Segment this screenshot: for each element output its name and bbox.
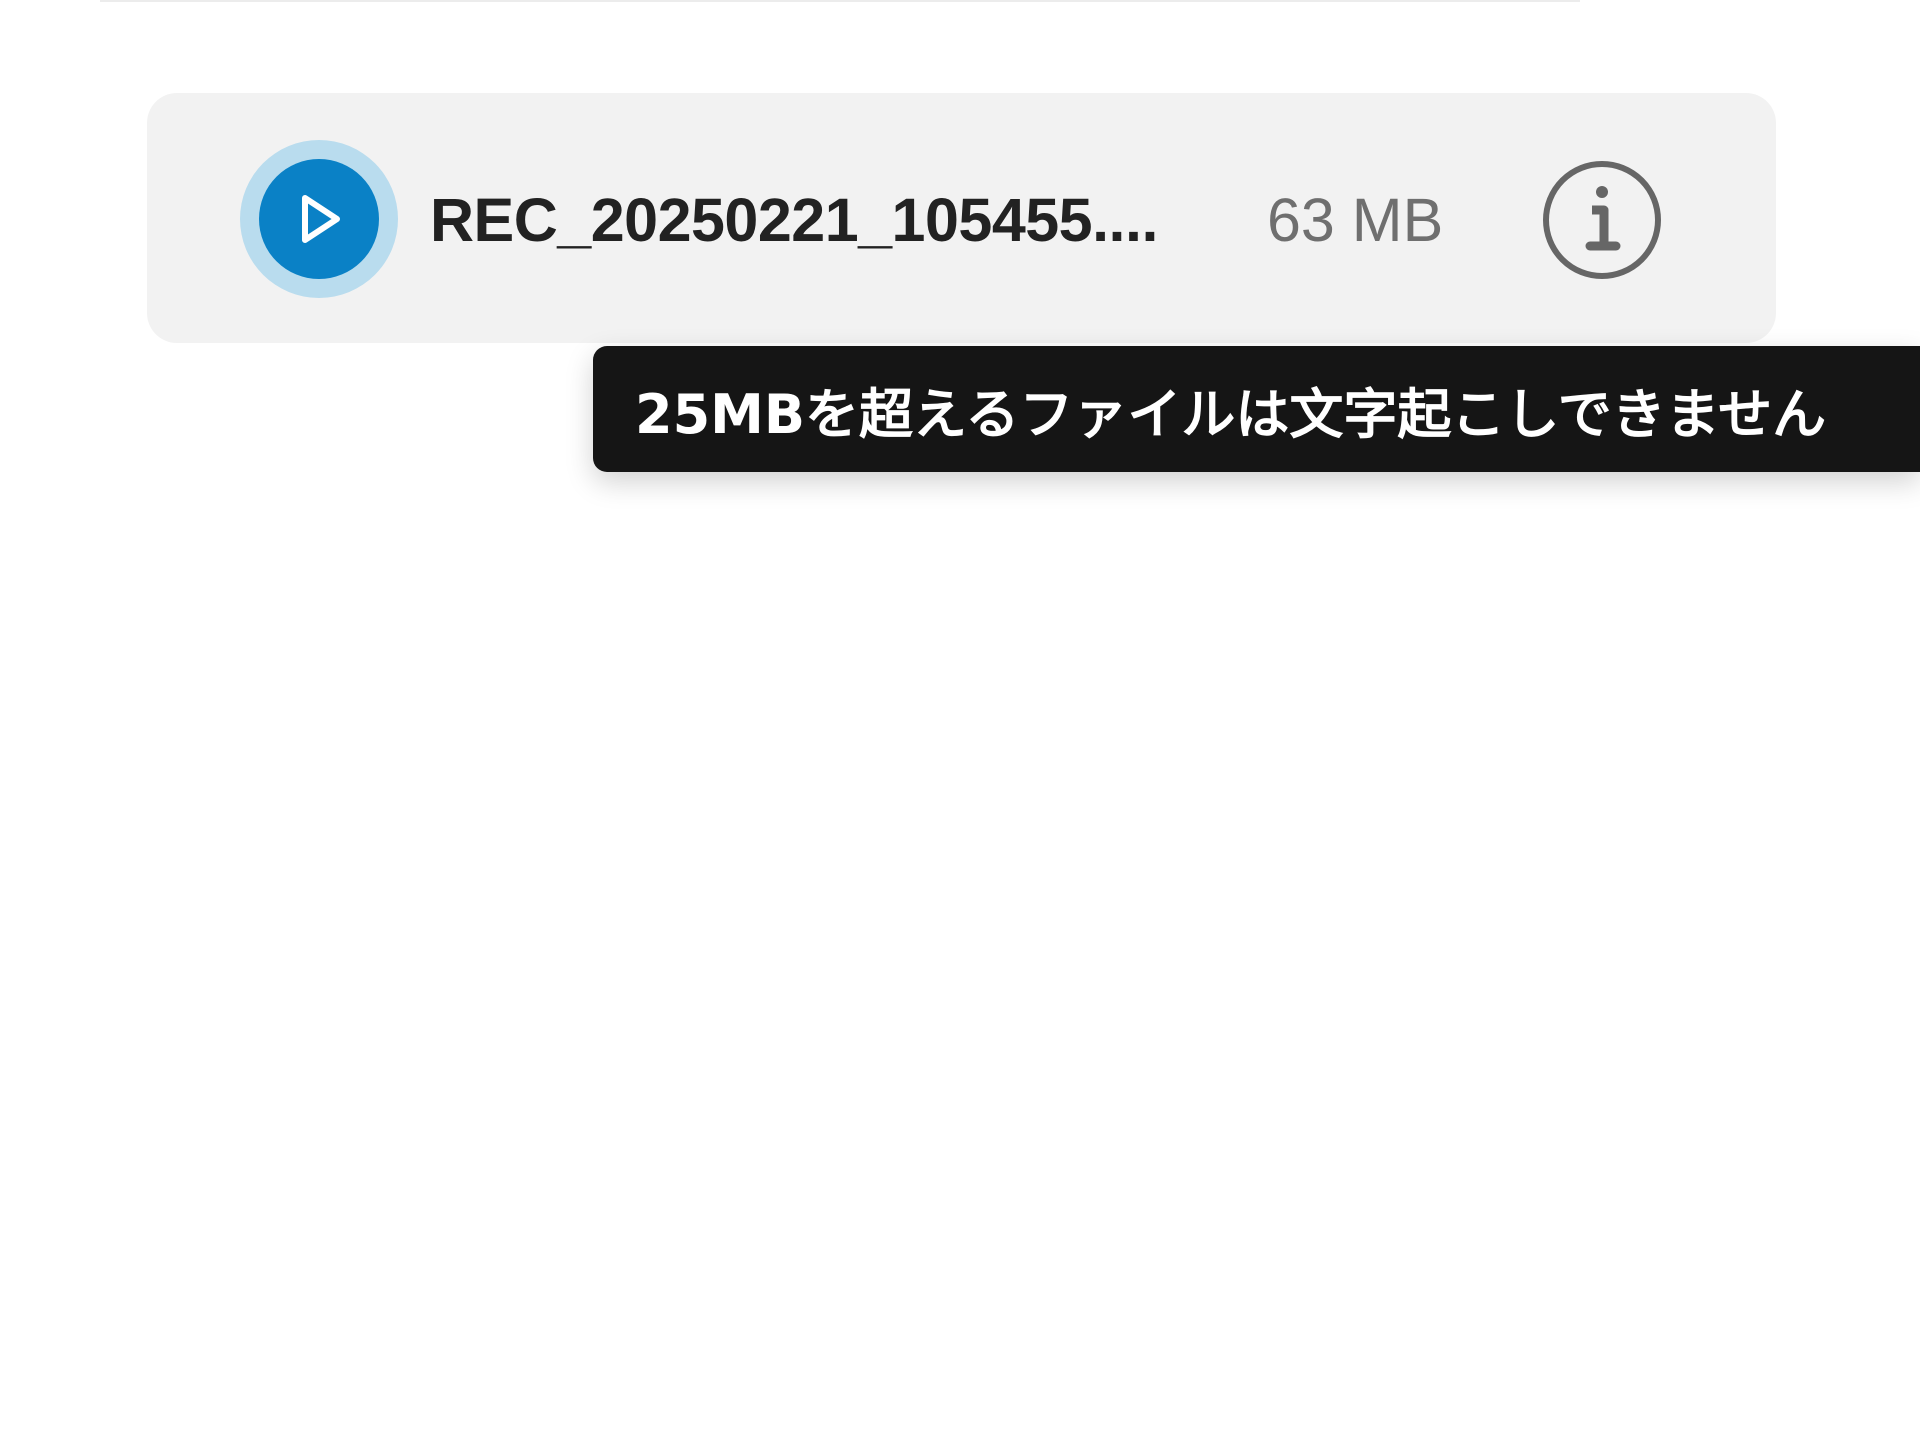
file-name: REC_20250221_105455....	[430, 186, 1158, 254]
top-divider	[100, 0, 1580, 2]
play-button-core	[259, 159, 379, 279]
play-button[interactable]	[240, 140, 398, 298]
tooltip: 25MBを超えるファイルは文字起こしできません	[593, 346, 1920, 472]
tooltip-text: 25MBを超えるファイルは文字起こしできません	[635, 382, 1827, 446]
file-size: 63 MB	[1267, 186, 1444, 254]
info-icon	[1543, 161, 1661, 279]
play-icon	[302, 195, 340, 243]
info-button[interactable]	[1542, 160, 1662, 280]
